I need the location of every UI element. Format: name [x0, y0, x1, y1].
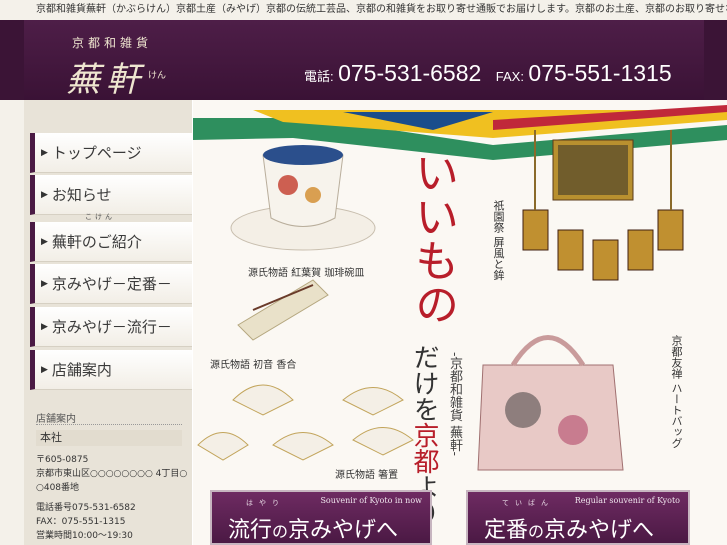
chevron-right-icon: ▶ [41, 189, 48, 200]
banner-subtitle: Regular souvenir of Kyoto [574, 496, 680, 505]
store-tel: 電話番号075-531-6582 [36, 503, 136, 513]
divider [36, 424, 182, 425]
header-panel: 京都和雑貨 蕪軒 けん 電話: 075-531-6582 FAX: 075-55… [24, 20, 704, 100]
nav-ruby: こけん [85, 213, 115, 221]
screen-panel [558, 145, 628, 195]
store-address-2: ○408番地 [36, 483, 80, 493]
label-gion: 祇園祭 屏風と鉾 [492, 200, 505, 281]
banner-title-small: の [272, 522, 289, 541]
chevron-right-icon: ▶ [41, 364, 48, 375]
trend-souvenir-button[interactable]: Souvenir of Kyoto in now はやり 流行の京みやげへ [210, 490, 432, 545]
cup-pattern [278, 175, 298, 195]
fan-image [197, 432, 249, 461]
chevron-right-icon: ▶ [41, 147, 48, 158]
store-branch: 本社 [36, 430, 182, 446]
fan-image [352, 427, 414, 456]
nav-item-store[interactable]: ▶ 店舗案内 [30, 350, 192, 390]
bag-pattern [505, 392, 541, 428]
banner-title-small: の [528, 522, 545, 541]
store-hours: 営業時間10:00～19:30 [36, 531, 133, 541]
banner-title-main: 流行 [228, 518, 273, 543]
fax-number: 075-551-1315 [528, 60, 672, 86]
standard-souvenir-button[interactable]: Regular souvenir of Kyoto ていばん 定番の京みやげへ [466, 490, 690, 545]
chevron-right-icon: ▶ [41, 278, 48, 289]
nav-item-about[interactable]: こけん ▶ 蕪軒のご紹介 [30, 213, 192, 262]
logo-subtitle: 京都和雑貨 [72, 36, 153, 50]
nav-label: 蕪軒のご紹介 [51, 233, 142, 251]
site-header: 京都和雑貨 蕪軒 けん 電話: 075-531-6582 FAX: 075-55… [0, 20, 727, 100]
store-postal: 〒605-0875 [36, 455, 89, 465]
cup-rim [263, 145, 343, 165]
top-tagline: 京都和雑貨蕪軒（かぶらけん）京都土産（みやげ）京都の伝統工芸品、京都の和雑貨をお… [0, 0, 727, 20]
site-logo[interactable]: 蕪軒 [66, 52, 146, 101]
label-incense: 源氏物語 初音 香合 [210, 360, 297, 371]
chevron-right-icon: ▶ [41, 321, 48, 332]
headline-part: だけを [409, 344, 439, 422]
chevron-right-icon: ▶ [41, 236, 48, 247]
banner-title-rest: 京みやげへ [288, 518, 399, 543]
nav-label: 京みやげ－流行－ [51, 318, 172, 336]
bag-pattern [558, 415, 588, 445]
logo-kana: けん [148, 71, 167, 81]
contact-info: 電話: 075-531-6582 FAX: 075-551-1315 [304, 60, 682, 87]
banner-subtitle: Souvenir of Kyoto in now [320, 496, 422, 505]
cup-image [262, 154, 344, 227]
fan-image [342, 387, 404, 416]
banner-ruby: ていばん [502, 499, 554, 507]
nav-label: トップページ [51, 144, 142, 162]
incense-box-image [237, 279, 329, 341]
banner-ruby: はやり [246, 499, 285, 507]
hero-area [193, 100, 727, 545]
label-chopstick: 源氏物語 箸置 [335, 470, 399, 481]
nav-item-standard[interactable]: ▶ 京みやげ－定番－ [30, 264, 192, 304]
banner-title-main: 定番 [484, 518, 529, 543]
headline-part: 京都 [409, 422, 439, 474]
store-heading: 店舗案内 [36, 414, 76, 425]
nav-label: お知らせ [51, 186, 112, 204]
bag-handle [510, 335, 586, 367]
banner-title-rest: 京みやげへ [544, 518, 655, 543]
hero-subline: -京都和雑貨 蕪軒- [447, 352, 462, 456]
cup-pattern [305, 187, 321, 203]
store-fax: FAX：075-551-1315 [36, 517, 126, 527]
nav-item-trend[interactable]: ▶ 京みやげ－流行－ [30, 307, 192, 347]
nav-label: 京みやげ－定番－ [51, 275, 172, 293]
phone-label: 電話: [304, 69, 334, 84]
nav-item-top[interactable]: ▶ トップページ [30, 133, 192, 173]
hero-headline: いいもの [407, 150, 458, 326]
phone-number: 075-531-6582 [338, 60, 482, 86]
store-address: 京都市東山区○○○○○○○○ 4丁目○ [36, 469, 188, 479]
nav-item-news[interactable]: ▶ お知らせ [30, 175, 192, 215]
label-yuzen: 京都友禅 ハートバッグ [670, 335, 683, 449]
fax-label: FAX: [495, 69, 524, 84]
nav-label: 店舗案内 [51, 361, 112, 379]
banner-title: 流行の京みやげへ [228, 512, 398, 544]
banner-title: 定番の京みやげへ [484, 512, 654, 544]
label-cup: 源氏物語 紅葉賀 珈琲碗皿 [248, 268, 365, 279]
fan-image [232, 384, 294, 416]
hero-illustration [193, 105, 727, 471]
bag-image [477, 364, 624, 471]
fan-image [272, 432, 334, 461]
